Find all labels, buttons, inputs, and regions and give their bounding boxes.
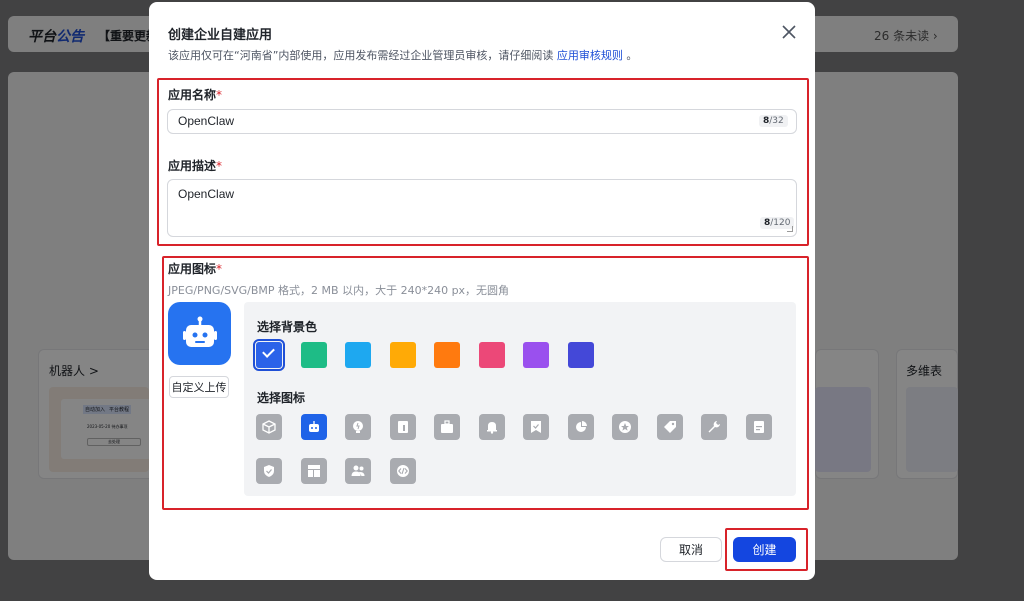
app-icon-preview	[168, 302, 231, 365]
cube-icon	[262, 420, 276, 434]
required-mark: *	[216, 262, 223, 276]
color-swatch[interactable]	[253, 339, 285, 371]
icon-option-bookmark-icon[interactable]	[523, 414, 549, 440]
icon-option-wrench-icon[interactable]	[701, 414, 727, 440]
check-icon	[262, 345, 275, 358]
tag-icon	[663, 421, 676, 433]
icon-select-label: 选择图标	[257, 391, 306, 405]
app-name-value: OpenClaw	[178, 114, 235, 128]
robot-icon	[182, 316, 217, 347]
icon-option-robot-icon[interactable]	[300, 414, 327, 440]
chart-icon	[397, 421, 408, 433]
document-icon	[753, 421, 764, 433]
required-mark: *	[216, 159, 223, 173]
wrench-icon	[708, 421, 720, 433]
icon-option-document-icon[interactable]	[745, 414, 772, 440]
icon-option-cube-icon[interactable]	[256, 414, 282, 440]
icon-option-star-icon[interactable]	[612, 414, 638, 440]
shield-check-icon	[264, 465, 274, 477]
robot-icon	[308, 421, 319, 432]
color-swatch[interactable]	[389, 342, 416, 368]
icon-option-code-icon[interactable]	[389, 458, 416, 484]
color-swatch[interactable]	[434, 342, 460, 368]
app-desc-label-text: 应用描述	[168, 159, 217, 173]
app-name-counter: 8/32	[759, 115, 788, 127]
color-swatch[interactable]	[523, 342, 549, 368]
icon-option-team-icon[interactable]	[345, 458, 371, 484]
icon-option-pie-chart-icon[interactable]	[567, 414, 594, 440]
icon-option-layout-icon[interactable]	[300, 458, 327, 484]
required-mark: *	[216, 88, 223, 102]
color-swatch[interactable]	[345, 342, 371, 368]
icon-picker-panel	[244, 302, 796, 496]
layout-icon	[307, 465, 320, 477]
app-desc-textarea[interactable]: OpenClaw	[167, 179, 797, 237]
icon-option-chart-icon[interactable]	[389, 414, 416, 440]
create-button[interactable]: 创建	[733, 537, 796, 562]
app-name-label-text: 应用名称	[168, 88, 217, 102]
app-desc-label: 应用描述*	[168, 157, 222, 174]
icon-option-briefcase-icon[interactable]	[434, 414, 460, 440]
bell-icon	[486, 422, 497, 434]
star-icon	[619, 421, 631, 433]
app-desc-value: OpenClaw	[178, 187, 235, 201]
icon-option-tag-icon[interactable]	[656, 414, 683, 440]
dialog-title: 创建企业自建应用	[168, 28, 273, 43]
icon-option-shield-check-icon[interactable]	[256, 458, 282, 484]
app-icon-label-text: 应用图标	[168, 262, 217, 276]
team-icon	[351, 465, 365, 476]
subtitle-suffix: 。	[626, 49, 638, 62]
subtitle-text: 该应用仅可在“河南省”内部使用，应用发布需经过企业管理员审核，请仔细阅读	[168, 49, 554, 62]
color-swatch[interactable]	[300, 342, 327, 368]
close-icon[interactable]	[779, 22, 799, 42]
lightbulb-icon	[353, 421, 363, 433]
color-swatch[interactable]	[567, 342, 594, 368]
name-max: /32	[769, 116, 784, 126]
bookmark-icon	[531, 421, 541, 433]
app-icon-hint: JPEG/PNG/SVG/BMP 格式，2 MB 以内，大于 240*240 p…	[168, 284, 510, 297]
icon-option-lightbulb-icon[interactable]	[345, 414, 371, 440]
app-name-input[interactable]: OpenClaw	[167, 109, 797, 134]
icon-option-bell-icon[interactable]	[478, 414, 505, 440]
color-swatch[interactable]	[478, 342, 505, 368]
cancel-button[interactable]: 取消	[660, 537, 722, 562]
textarea-resize-handle[interactable]	[787, 226, 793, 232]
app-icon-label: 应用图标*	[168, 260, 222, 277]
custom-upload-button[interactable]: 自定义上传	[169, 376, 229, 398]
review-rules-link[interactable]: 应用审核规则	[557, 49, 623, 62]
briefcase-icon	[441, 420, 453, 433]
bg-color-label: 选择背景色	[257, 320, 318, 334]
pie-chart-icon	[575, 421, 587, 432]
app-name-label: 应用名称*	[168, 86, 222, 103]
create-app-dialog: 创建企业自建应用 该应用仅可在“河南省”内部使用，应用发布需经过企业管理员审核，…	[149, 2, 815, 580]
code-icon	[396, 465, 409, 477]
dialog-subtitle: 该应用仅可在“河南省”内部使用，应用发布需经过企业管理员审核，请仔细阅读 应用审…	[168, 47, 637, 63]
